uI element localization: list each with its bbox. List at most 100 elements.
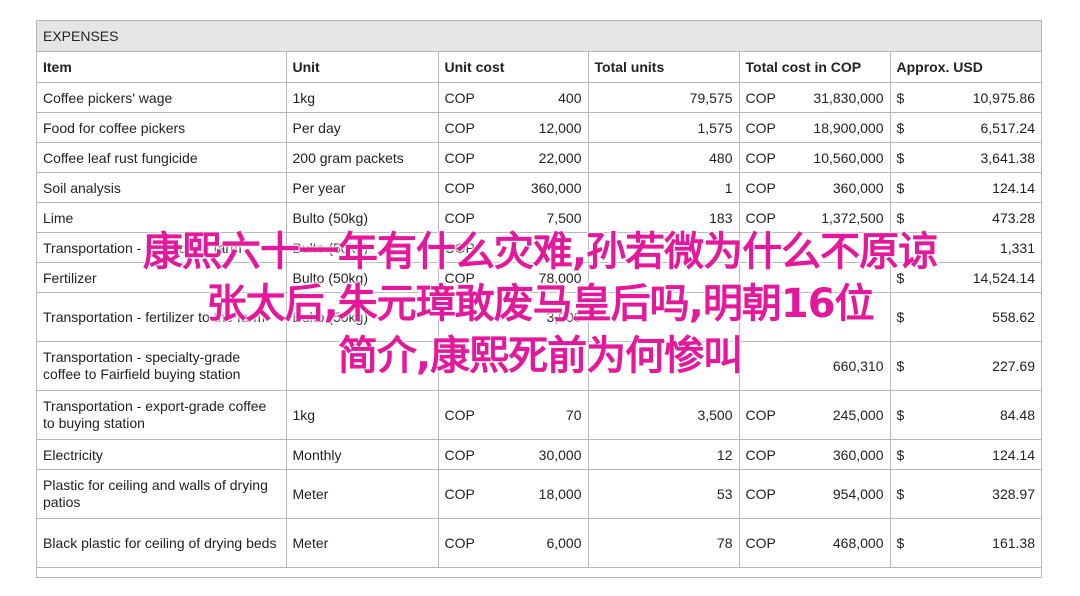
cell-usd: $6,517.24 bbox=[890, 112, 1041, 143]
currency-label: COP bbox=[745, 209, 776, 226]
amount-value: 124.14 bbox=[992, 179, 1035, 196]
currency-label: COP bbox=[444, 446, 475, 463]
currency-label: COP bbox=[444, 269, 475, 286]
cell-total-cost: COP 18,900,000 bbox=[739, 112, 891, 143]
cell-unit-cost bbox=[438, 341, 589, 391]
amount-value: 473.28 bbox=[992, 209, 1035, 226]
cell-total-cost: COP 468,000 bbox=[739, 518, 891, 568]
cell-item: Transportation - specialty-grade coffee … bbox=[37, 341, 287, 391]
table-row: Electricity Monthly COP 30,000 12 COP 360,000 $… bbox=[37, 439, 1041, 470]
currency-label: COP bbox=[444, 485, 475, 502]
cell-total-units: 1 bbox=[588, 172, 740, 203]
cell-unit-cost: COP 12,000 bbox=[438, 112, 589, 143]
cell-total-units: 183 bbox=[588, 202, 740, 233]
amount-value: 6,000 bbox=[546, 534, 582, 551]
cell-total-units: 78 bbox=[588, 518, 740, 568]
amount-value: 400 bbox=[558, 89, 582, 106]
cell-item: Transportation - lime to the farm bbox=[37, 232, 287, 263]
table-row: Plastic for ceiling and walls of drying … bbox=[37, 469, 1041, 519]
table-row: Fertilizer Bulto (50kg) COP 78,000 $14,524.1… bbox=[37, 262, 1041, 293]
cell-unit-cost: COP 30,000 bbox=[438, 439, 589, 470]
amount-value: 6,517.24 bbox=[980, 119, 1036, 136]
cell-unit-cost: COP 18,000 bbox=[438, 469, 589, 519]
amount-value: 954,000 bbox=[832, 485, 884, 502]
currency-label: COP bbox=[745, 406, 776, 423]
cell-unit: Bulto (50kg) bbox=[286, 262, 439, 293]
cell-unit: Per day bbox=[286, 112, 439, 143]
amount-value: 1,331 bbox=[999, 239, 1035, 256]
cell-unit bbox=[286, 341, 439, 391]
amount-value: 22,000 bbox=[538, 149, 582, 166]
currency-label: $ bbox=[896, 269, 905, 286]
expenses-sheet: EXPENSES Item Unit Unit cost Total units… bbox=[36, 20, 1042, 578]
currency-label: COP bbox=[745, 534, 776, 551]
cell-usd: $124.14 bbox=[890, 439, 1041, 470]
header-total-units: Total units bbox=[588, 52, 740, 83]
cell-usd: $14,524.14 bbox=[890, 262, 1041, 293]
cell-total-cost: COP 31,830,000 bbox=[739, 82, 891, 113]
cell-item: Lime bbox=[37, 202, 287, 233]
currency-label: $ bbox=[896, 485, 905, 502]
amount-value: 30,000 bbox=[538, 446, 582, 463]
amount-value: 12,000 bbox=[538, 119, 582, 136]
cell-unit: 200 gram packets bbox=[286, 142, 439, 173]
cell-total-cost: 660,310 bbox=[739, 341, 891, 391]
amount-value: 360,000 bbox=[832, 446, 884, 463]
cell-unit-cost: 3,000 bbox=[438, 292, 589, 342]
amount-value: 360,000 bbox=[832, 179, 884, 196]
currency-label: COP bbox=[444, 89, 475, 106]
amount-value: 10,560,000 bbox=[813, 149, 884, 166]
currency-label: COP bbox=[444, 149, 475, 166]
cell-item: Coffee pickers' wage bbox=[37, 82, 287, 113]
table-row: Transportation - fertilizer to the farm B… bbox=[37, 292, 1041, 342]
currency-label: $ bbox=[896, 149, 905, 166]
amount-value: 31,830,000 bbox=[813, 89, 884, 106]
header-item: Item bbox=[37, 52, 287, 83]
currency-label: $ bbox=[896, 446, 905, 463]
cell-item: Coffee leaf rust fungicide bbox=[37, 142, 287, 173]
cell-total-units bbox=[588, 232, 740, 263]
amount-value: 7,500 bbox=[546, 209, 582, 226]
header-row: Item Unit Unit cost Total units Total co… bbox=[37, 52, 1041, 83]
cell-unit-cost: COP 360,000 bbox=[438, 172, 589, 203]
cell-item: Electricity bbox=[37, 439, 287, 470]
amount-value: 660,310 bbox=[832, 357, 884, 374]
cell-usd: $161.38 bbox=[890, 518, 1041, 568]
amount-value: 558.62 bbox=[992, 308, 1035, 325]
table-row: Soil analysis Per year COP 360,000 1 COP 360,0… bbox=[37, 172, 1041, 203]
cell-unit-cost: COP 70 bbox=[438, 390, 589, 440]
cell-usd: $3,641.38 bbox=[890, 142, 1041, 173]
cell-item: Plastic for ceiling and walls of drying … bbox=[37, 469, 287, 519]
cell-total-units bbox=[588, 292, 740, 342]
expenses-table: Item Unit Unit cost Total units Total co… bbox=[37, 52, 1041, 568]
amount-value: 124.14 bbox=[992, 446, 1035, 463]
amount-value: 18,000 bbox=[538, 485, 582, 502]
cell-unit: Bulto (50kg) bbox=[286, 232, 439, 263]
cell-item: Transportation - export-grade coffee to … bbox=[37, 390, 287, 440]
cell-unit: Per year bbox=[286, 172, 439, 203]
currency-label: COP bbox=[444, 534, 475, 551]
cell-total-cost: COP 245,000 bbox=[739, 390, 891, 440]
amount-value: 468,000 bbox=[832, 534, 884, 551]
table-row: Coffee pickers' wage 1kg COP 400 79,575 COP 31… bbox=[37, 82, 1041, 113]
currency-label: $ bbox=[896, 406, 905, 423]
header-unit-cost: Unit cost bbox=[438, 52, 589, 83]
amount-value: 161.38 bbox=[992, 534, 1035, 551]
cell-usd: $84.48 bbox=[890, 390, 1041, 440]
currency-label: COP bbox=[745, 179, 776, 196]
currency-label: COP bbox=[444, 119, 475, 136]
cell-unit-cost: COP 6,000 bbox=[438, 518, 589, 568]
table-row: Transportation - specialty-grade coffee … bbox=[37, 341, 1041, 391]
cell-total-units: 3,500 bbox=[588, 390, 740, 440]
cell-unit: Meter bbox=[286, 469, 439, 519]
cell-usd: $328.97 bbox=[890, 469, 1041, 519]
currency-label: COP bbox=[444, 209, 475, 226]
cell-usd: $124.14 bbox=[890, 172, 1041, 203]
currency-label: COP bbox=[745, 149, 776, 166]
cell-total-units: 79,575 bbox=[588, 82, 740, 113]
amount-value: 1,372,500 bbox=[821, 209, 884, 226]
cell-total-cost bbox=[739, 292, 891, 342]
cell-unit-cost: COP bbox=[438, 232, 589, 263]
amount-value: 3,641.38 bbox=[980, 149, 1036, 166]
currency-label: $ bbox=[896, 534, 905, 551]
